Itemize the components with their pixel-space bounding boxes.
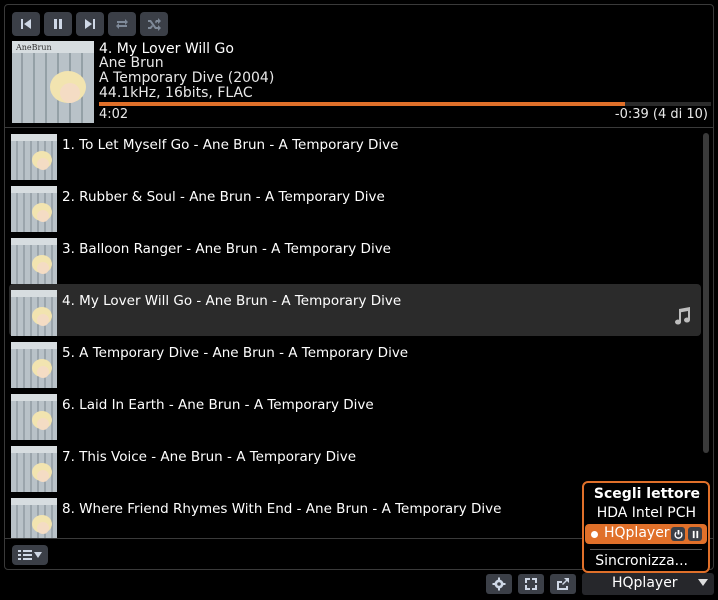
track-label: 4. My Lover Will Go - Ane Brun - A Tempo… [62,293,402,309]
track-label: 5. A Temporary Dive - Ane Brun - A Tempo… [62,345,409,361]
shuffle-button[interactable] [140,12,168,36]
player-option-hda[interactable]: HDA Intel PCH [597,505,696,521]
power-icon [673,529,683,539]
pause-icon [54,19,62,29]
music-note-icon [675,307,691,325]
playlist-scrollbar[interactable] [703,133,709,453]
player-select[interactable]: HQplayer [582,573,714,595]
skip-back-button[interactable] [12,12,40,36]
track-thumbnail [11,186,57,232]
track-label: 2. Rubber & Soul - Ane Brun - A Temporar… [62,189,385,205]
popup-title: Scegli lettore [593,486,700,502]
track-thumbnail [11,498,57,538]
track-thumbnail [11,342,57,388]
playlist-row[interactable]: 6. Laid In Earth - Ane Brun - A Temporar… [5,388,705,440]
track-thumbnail [11,238,57,284]
track-label: 1. To Let Myself Go - Ane Brun - A Tempo… [62,137,399,153]
track-label: 7. This Voice - Ane Brun - A Temporary D… [62,449,357,465]
skip-back-icon [21,19,31,29]
track-thumbnail [11,446,57,492]
settings-button[interactable] [486,574,512,594]
track-thumbnail [11,290,57,336]
player-chooser-popup: Scegli lettore HDA Intel PCH HQplayer Si… [582,481,710,573]
playlist-row-current[interactable]: 4. My Lover Will Go - Ane Brun - A Tempo… [9,284,701,336]
elapsed-time: 4:02 [99,107,129,122]
track-label: 6. Laid In Earth - Ane Brun - A Temporar… [62,397,374,413]
pause-icon [692,530,698,538]
playlist-row[interactable]: 3. Balloon Ranger - Ane Brun - A Tempora… [5,232,705,284]
player-option-hqplayer[interactable]: HQplayer [585,524,707,544]
track-thumbnail [11,394,57,440]
share-icon [557,578,569,590]
playlist: 1. To Let Myself Go - Ane Brun - A Tempo… [5,128,705,538]
chevron-down-icon [698,579,708,586]
active-dot-icon [591,531,598,538]
gear-icon [492,577,506,591]
progress-fill [99,102,626,106]
track-thumbnail [11,134,57,180]
repeat-icon [116,19,128,29]
playlist-row[interactable]: 2. Rubber & Soul - Ane Brun - A Temporar… [5,180,705,232]
sync-option[interactable]: Sincronizza... [595,553,688,569]
repeat-button[interactable] [108,12,136,36]
pause-button[interactable] [44,12,72,36]
popup-divider [590,549,702,550]
share-button[interactable] [550,574,576,594]
now-playing-format: 44.1kHz, 16bits, FLAC [99,85,253,101]
playlist-menu-button[interactable] [12,545,48,565]
track-label: 8. Where Friend Rhymes With End - Ane Br… [62,501,502,517]
now-playing-album: A Temporary Dive (2004) [99,70,275,86]
caret-down-icon [34,552,42,558]
player-pause-button[interactable] [688,527,702,541]
power-button[interactable] [671,527,685,541]
fullscreen-button[interactable] [518,574,544,594]
remaining-time: -0:39 (4 di 10) [614,107,708,122]
expand-icon [525,578,537,590]
svg-text:AneBrun: AneBrun [15,43,52,52]
list-icon [18,550,32,560]
track-label: 3. Balloon Ranger - Ane Brun - A Tempora… [62,241,391,257]
player-select-value: HQplayer [612,575,678,591]
skip-forward-icon [85,19,95,29]
playlist-row[interactable]: 5. A Temporary Dive - Ane Brun - A Tempo… [5,336,705,388]
album-cover: AneBrun [12,41,94,123]
now-playing-artist: Ane Brun [99,55,164,71]
progress-bar[interactable] [99,102,711,106]
skip-forward-button[interactable] [76,12,104,36]
playlist-row[interactable]: 1. To Let Myself Go - Ane Brun - A Tempo… [5,128,705,180]
shuffle-icon [148,18,161,31]
player-option-label: HQplayer [604,525,670,541]
